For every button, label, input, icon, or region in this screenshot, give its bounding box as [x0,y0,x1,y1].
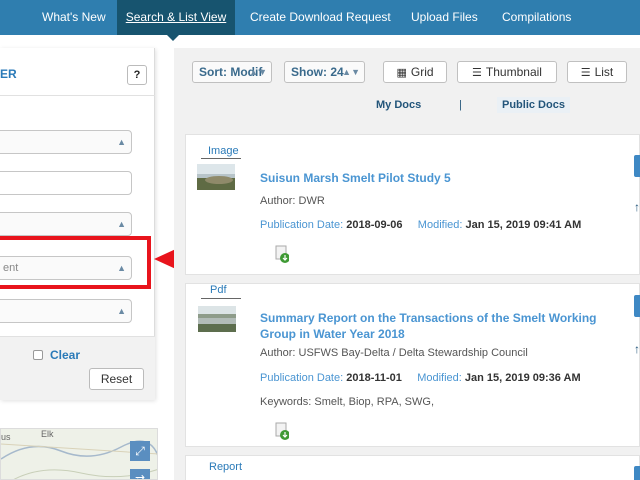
map-label-elk: Elk [41,429,54,439]
doc-thumbnail[interactable] [197,164,235,190]
mod-date-value: Jan 15, 2019 09:41 AM [465,219,582,231]
thumbnail-view-button[interactable]: ☰ Thumbnail [457,61,557,83]
map-label-us: us [1,432,11,442]
tab-public-docs[interactable]: Public Docs [497,97,570,113]
filter-select-1[interactable]: ▲ [0,130,132,154]
grid-view-button[interactable]: ▦ Grid [383,61,447,83]
type-underline [201,158,241,159]
pub-date-value: 2018-11-01 [346,372,402,384]
top-nav: What's New Search & List View Create Dow… [0,0,640,35]
mod-date-value: Jan 15, 2019 09:36 AM [464,372,581,384]
doc-title-link[interactable]: Summary Report on the Transactions of th… [260,310,620,342]
clear-checkbox[interactable] [33,350,43,360]
tabs-separator: | [459,99,462,111]
side-action-button[interactable] [634,155,640,177]
doc-keywords: Keywords: Smelt, Biop, RPA, SWG, [260,396,435,408]
mod-date-label: Modified: [417,219,463,231]
filter-select-4[interactable]: ▲ [0,299,132,323]
select-arrows-icon: ▲ [117,219,126,229]
filter-select-2[interactable]: ▲ [0,212,132,236]
result-card [185,283,640,447]
pub-date-label: Publication Date: [260,372,344,384]
map-panel[interactable]: us Elk ⤢ ⇄ [0,428,158,480]
annotation-highlight-box [0,236,151,289]
select-arrows-icon: ▲▼ [342,67,360,77]
show-select-label: Show: 24 [291,65,344,79]
doc-type-label: Image [208,145,239,157]
filter-divider [0,95,155,96]
download-icon[interactable] [275,245,289,263]
thumbnail-label: Thumbnail [485,65,542,79]
doc-author: Author: USFWS Bay-Delta / Delta Stewards… [260,347,528,359]
nav-whats-new[interactable]: What's New [42,0,106,35]
active-tab-caret [167,35,179,41]
help-button[interactable]: ? [127,65,147,85]
show-select[interactable]: Show: 24 ▲▼ [284,61,365,83]
list-lines-icon: ☰ [472,67,482,79]
result-card [185,134,640,275]
reset-button[interactable]: Reset [89,368,144,390]
download-icon[interactable] [275,422,289,440]
list-view-button[interactable]: ☰ List [567,61,627,83]
select-arrows-icon: ▲ [117,137,126,147]
pub-date-value: 2018-09-06 [346,219,403,231]
filter-text-input[interactable] [0,171,132,195]
doc-type-label: Report [209,461,243,473]
map-expand-icon[interactable]: ⇄ [130,469,150,479]
tab-my-docs[interactable]: My Docs [376,99,421,111]
side-arrow-icon: ↑ [634,342,640,356]
doc-dates: Publication Date: 2018-09-06 Modified: J… [260,219,581,231]
select-arrows-icon: ▲▼ [249,67,267,77]
list-icon: ☰ [580,67,591,79]
clear-link[interactable]: Clear [50,348,80,362]
mod-date-label: Modified: [417,372,462,384]
doc-author: Author: DWR [260,195,325,207]
doc-type-label: Pdf [210,284,227,296]
nav-upload-files[interactable]: Upload Files [411,0,478,35]
doc-dates: Publication Date: 2018-11-01 Modified: J… [260,372,581,384]
side-action-button[interactable] [634,466,640,480]
select-arrows-icon: ▲ [117,306,126,316]
grid-label: Grid [410,65,434,79]
grid-icon: ▦ [396,67,407,79]
filter-title: ER [0,67,17,81]
nav-compilations[interactable]: Compilations [502,0,571,35]
result-card [185,455,640,480]
nav-create-download-request[interactable]: Create Download Request [250,0,391,35]
side-arrow-icon: ↑ [634,200,640,214]
doc-thumbnail[interactable] [197,474,235,480]
pub-date-label: Publication Date: [260,219,344,231]
doc-title-link[interactable]: Suisun Marsh Smelt Pilot Study 5 [260,170,620,186]
type-underline [201,298,241,299]
list-label: List [594,65,614,79]
nav-search-list-view[interactable]: Search & List View [117,0,235,35]
side-action-button[interactable] [634,295,640,317]
sort-select[interactable]: Sort: Modif ▲▼ [192,61,272,83]
map-fullscreen-icon[interactable]: ⤢ [130,441,150,461]
doc-thumbnail[interactable] [198,306,236,332]
